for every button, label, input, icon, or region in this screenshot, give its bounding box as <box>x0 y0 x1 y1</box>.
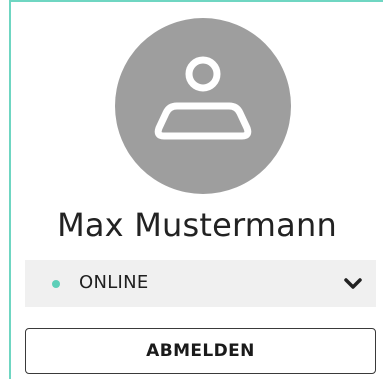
status-indicator-dot <box>52 280 60 288</box>
status-label: ONLINE <box>79 272 149 293</box>
chevron-down-icon <box>344 278 362 289</box>
avatar <box>115 18 291 194</box>
logout-button[interactable]: ABMELDEN <box>25 328 376 374</box>
user-icon <box>154 56 252 140</box>
status-dropdown[interactable]: ONLINE <box>25 260 376 307</box>
user-name: Max Mustermann <box>57 206 337 244</box>
user-menu-panel: Max Mustermann ONLINE ABMELDEN <box>9 0 383 379</box>
